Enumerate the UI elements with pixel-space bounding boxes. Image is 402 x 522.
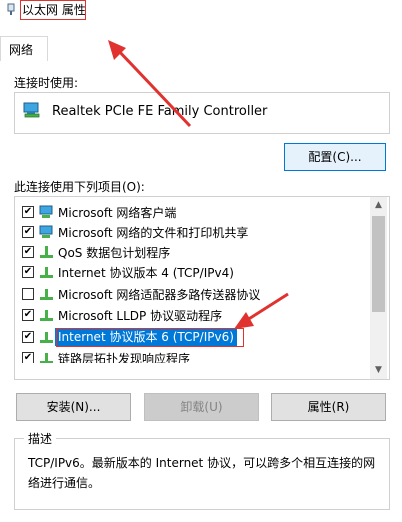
item-checkbox[interactable]	[22, 288, 34, 300]
selection-highlight-box	[56, 328, 244, 347]
item-checkbox[interactable]: ✔	[22, 226, 34, 238]
items-list-label: 此连接使用下列项目(O):	[14, 180, 145, 194]
list-item[interactable]: ✔ QoS 数据包计划程序	[22, 243, 367, 263]
tab-network-label: 网络	[9, 43, 34, 57]
title-highlight-box	[20, 0, 86, 20]
tab-network[interactable]: 网络	[0, 36, 48, 61]
scrollbar-thumb[interactable]	[372, 216, 385, 312]
description-title: 描述	[24, 430, 57, 447]
configure-button[interactable]: 配置(C)...	[284, 143, 386, 171]
item-label: QoS 数据包计划程序	[58, 246, 171, 260]
list-item[interactable]: ✔ Internet 协议版本 4 (TCP/IPv4)	[22, 263, 367, 283]
item-checkbox[interactable]: ✔	[22, 266, 34, 278]
item-label: Microsoft 网络客户端	[58, 206, 177, 220]
item-label: Microsoft 网络的文件和打印机共享	[58, 226, 249, 240]
item-checkbox[interactable]: ✔	[22, 352, 34, 363]
protocol-icon	[40, 332, 53, 343]
list-item[interactable]: ✔ 链路层拓扑发现响应程序	[22, 349, 367, 363]
protocol-icon	[40, 310, 53, 321]
connect-using-label: 连接时使用:	[14, 76, 79, 90]
network-adapter-icon	[23, 102, 40, 118]
item-label: Microsoft LLDP 协议驱动程序	[58, 309, 223, 323]
list-item[interactable]: ✔ Microsoft 网络的文件和打印机共享	[22, 223, 367, 243]
protocol-icon	[40, 353, 53, 363]
item-label: Microsoft 网络适配器多路传送器协议	[58, 288, 261, 302]
protocol-icon	[40, 289, 53, 300]
scroll-up-icon[interactable]: ▲	[370, 197, 387, 214]
properties-button[interactable]: 属性(R)	[271, 393, 386, 421]
item-label: 链路层拓扑发现响应程序	[58, 352, 191, 363]
scroll-down-icon[interactable]: ▼	[370, 362, 387, 379]
uninstall-button[interactable]: 卸载(U)	[144, 393, 259, 421]
description-text: TCP/IPv6。最新版本的 Internet 协议，可以跨多个相互连接的网络进…	[28, 456, 376, 490]
file-printer-sharing-icon	[39, 225, 53, 238]
list-item[interactable]: Microsoft 网络适配器多路传送器协议	[22, 285, 367, 305]
protocol-icon	[40, 267, 53, 278]
network-properties-icon	[7, 3, 15, 15]
list-item[interactable]: ✔ Microsoft LLDP 协议驱动程序	[22, 306, 367, 326]
item-checkbox[interactable]: ✔	[22, 206, 34, 218]
adapter-name: Realtek PCIe FE Family Controller	[52, 104, 268, 119]
list-item[interactable]: ✔ Microsoft 网络客户端	[22, 203, 367, 223]
network-client-icon	[39, 205, 53, 218]
item-checkbox[interactable]: ✔	[22, 331, 34, 343]
install-button[interactable]: 安装(N)...	[16, 393, 131, 421]
qos-scheduler-icon	[40, 246, 53, 258]
item-checkbox[interactable]: ✔	[22, 309, 34, 321]
item-label: Internet 协议版本 4 (TCP/IPv4)	[58, 266, 234, 280]
item-checkbox[interactable]: ✔	[22, 246, 34, 258]
